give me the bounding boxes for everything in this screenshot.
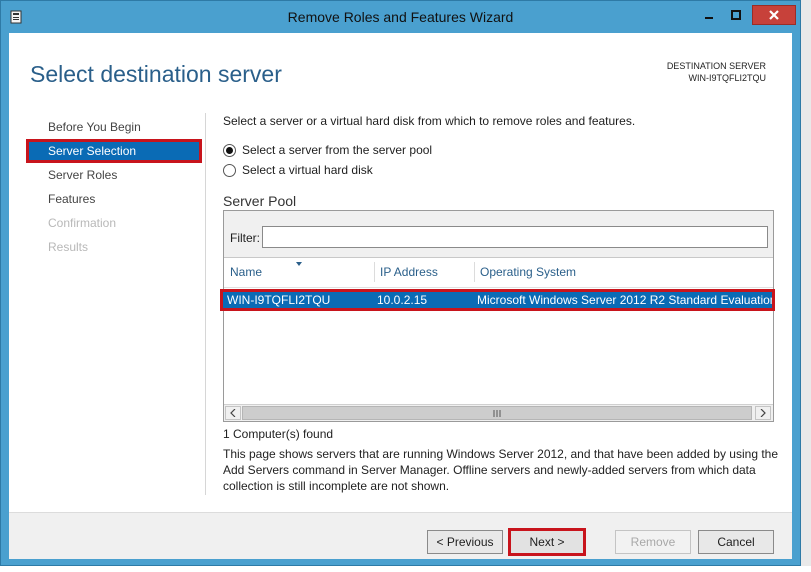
column-header-os[interactable]: Operating System bbox=[474, 258, 773, 287]
scroll-right-button[interactable] bbox=[755, 406, 771, 420]
nav-item-results: Results bbox=[48, 240, 89, 254]
scroll-thumb[interactable] bbox=[242, 406, 752, 420]
nav-item-confirmation: Confirmation bbox=[48, 216, 117, 230]
table-row[interactable]: WIN-I9TQFLI2TQU 10.0.2.15 Microsoft Wind… bbox=[220, 289, 775, 311]
filter-bar: Filter: bbox=[224, 211, 773, 258]
option-server-pool-label: Select a server from the server pool bbox=[242, 143, 433, 157]
column-ip-label: IP Address bbox=[380, 265, 438, 279]
page-title: Select destination server bbox=[30, 61, 282, 87]
column-name-label: Name bbox=[230, 265, 263, 279]
button-bar: < Previous Next > Remove Cancel bbox=[9, 512, 792, 559]
filter-label: Filter: bbox=[230, 231, 260, 245]
next-button[interactable]: Next > bbox=[508, 528, 586, 556]
title-bar[interactable]: Remove Roles and Features Wizard bbox=[1, 1, 800, 33]
description-text: This page shows servers that are running… bbox=[223, 447, 779, 493]
background-desktop bbox=[801, 0, 811, 566]
horizontal-scrollbar[interactable] bbox=[224, 404, 773, 421]
nav-item-features[interactable]: Features bbox=[26, 187, 206, 211]
previous-button[interactable]: < Previous bbox=[427, 530, 503, 554]
background-desktop-bottom bbox=[0, 566, 811, 572]
sort-indicator-icon bbox=[296, 262, 302, 266]
nav-item-server-selection[interactable]: Server Selection bbox=[26, 139, 202, 163]
cancel-button[interactable]: Cancel bbox=[698, 530, 774, 554]
destination-server-value: WIN-I9TQFLI2TQU bbox=[688, 73, 766, 83]
nav-divider bbox=[205, 113, 206, 495]
server-pool-title: Server Pool bbox=[223, 193, 297, 209]
column-header-ip[interactable]: IP Address bbox=[374, 258, 474, 287]
grid-header: Name IP Address Operating System bbox=[224, 258, 773, 288]
results-count: 1 Computer(s) found bbox=[223, 427, 334, 441]
grip-icon bbox=[493, 409, 501, 417]
minimize-button[interactable] bbox=[698, 5, 720, 25]
cell-name: WIN-I9TQFLI2TQU bbox=[227, 293, 331, 307]
maximize-button[interactable] bbox=[725, 5, 747, 25]
destination-server-label: DESTINATION SERVER bbox=[666, 61, 766, 71]
wizard-window: Remove Roles and Features Wizard Select … bbox=[0, 0, 801, 566]
option-server-pool[interactable]: Select a server from the server pool bbox=[223, 143, 432, 157]
destination-server: DESTINATION SERVER WIN-I9TQFLI2TQU bbox=[667, 60, 766, 84]
cell-ip: 10.0.2.15 bbox=[377, 293, 428, 307]
remove-button: Remove bbox=[615, 530, 691, 554]
cell-os: Microsoft Windows Server 2012 R2 Standar… bbox=[477, 293, 772, 307]
nav-item-before-you-begin[interactable]: Before You Begin bbox=[26, 115, 206, 139]
scroll-left-button[interactable] bbox=[225, 406, 241, 420]
nav-item-server-roles[interactable]: Server Roles bbox=[26, 163, 206, 187]
radio-selected-dot bbox=[226, 146, 233, 154]
radio-server-pool[interactable] bbox=[223, 143, 236, 157]
window-title: Remove Roles and Features Wizard bbox=[287, 9, 514, 25]
close-button[interactable] bbox=[752, 5, 796, 25]
wizard-nav: Before You Begin Server Selection Server… bbox=[26, 115, 206, 259]
column-os-label: Operating System bbox=[480, 265, 577, 279]
server-pool-grid: Filter: Name IP Address Operating System bbox=[220, 210, 775, 422]
filter-input[interactable] bbox=[262, 226, 768, 248]
radio-virtual-disk[interactable] bbox=[223, 163, 236, 177]
intro-text: Select a server or a virtual hard disk f… bbox=[223, 114, 636, 128]
option-virtual-disk-label: Select a virtual hard disk bbox=[242, 163, 373, 177]
option-virtual-disk[interactable]: Select a virtual hard disk bbox=[223, 163, 373, 177]
chevron-right-icon bbox=[760, 409, 766, 417]
column-header-name[interactable]: Name bbox=[224, 258, 374, 287]
wizard-body: Select destination server DESTINATION SE… bbox=[9, 33, 792, 559]
chevron-left-icon bbox=[230, 409, 236, 417]
close-icon bbox=[769, 10, 779, 20]
minimize-icon bbox=[705, 17, 713, 19]
maximize-icon bbox=[731, 10, 741, 20]
